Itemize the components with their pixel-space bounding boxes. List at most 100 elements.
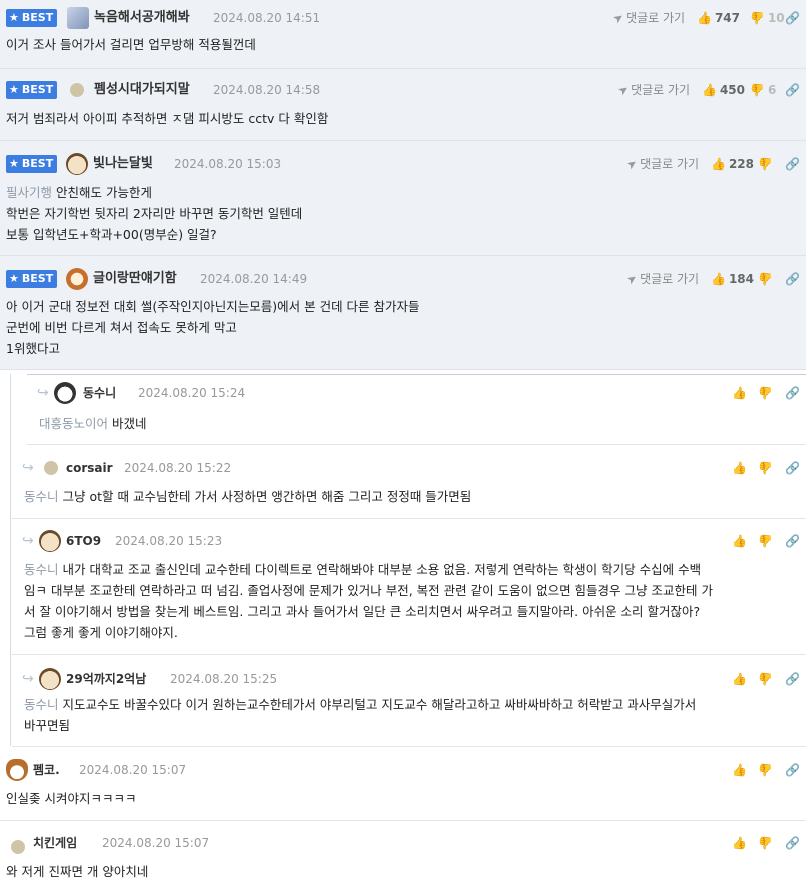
nickname[interactable]: 6TO9 [66,532,101,550]
reply-arrow-icon: ↪ [22,460,34,476]
thumbs-up-icon: 👍 [732,763,747,777]
upvote-button[interactable]: 👍 747 [697,9,740,27]
downvote-button[interactable]: 👍 [758,155,776,173]
share-icon[interactable]: 🔗 [785,9,800,27]
reply-comment: ↪ 6TO9 2024.08.20 15:23 👍 👍 🔗 동수니 내가 대학교 … [12,519,806,655]
avatar[interactable] [44,461,58,475]
share-icon[interactable]: 🔗 [785,532,800,550]
comment-date: 2024.08.20 15:22 [124,461,232,475]
reply-comment: ↪ corsair 2024.08.20 15:22 👍 👍 🔗 동수니 그냥 o… [12,446,806,519]
thumbs-down-icon: 👍 [750,83,765,97]
reply-comment: ↪ 29억까지2억남 2024.08.20 15:25 👍 👍 🔗 동수니 지도교… [12,655,806,747]
goto-reply-button[interactable]: ➤댓글로 가기 [624,155,699,173]
comment-text: 대흥동노이어 바갰네 [39,416,147,431]
nickname[interactable]: 29억까지2억남 [66,670,146,688]
downvote-button[interactable]: 👍 [758,270,776,288]
upvote-button[interactable]: 👍 [732,532,750,550]
share-icon[interactable]: 🔗 [785,670,800,688]
thumbs-down-icon: 👍 [750,11,765,25]
reply-comment: ↪ 동수니 2024.08.20 15:24 👍 👍 🔗 대흥동노이어 바갰네 [27,374,806,445]
comment-best-2: ★ BEST 펨성시대가되지말 2024.08.20 14:58 ➤댓글로 가기 … [0,69,806,141]
quoted-nickname[interactable]: 동수니 [24,489,59,504]
upvote-button[interactable]: 👍 [732,761,750,779]
downvote-button[interactable]: 👍 6 [750,81,776,99]
nickname[interactable]: 빛나는달빛 [93,155,153,173]
best-badge: ★ BEST [6,9,58,27]
thumbs-down-icon: 👍 [758,157,773,171]
goto-reply-button[interactable]: ➤댓글로 가기 [624,270,699,288]
downvote-button[interactable]: 👍 [758,384,776,402]
nickname[interactable]: corsair [66,459,113,477]
avatar[interactable] [39,668,61,690]
comment-text: 필사기행 안친해도 가능한게 학번은 자기학번 뒷자리 2자리만 바꾸면 동기학번… [6,185,303,242]
nickname[interactable]: 녹음해서공개해봐 [94,9,190,27]
upvote-button[interactable]: 👍 [732,459,750,477]
nickname[interactable]: 치킨게임 [33,834,77,852]
avatar[interactable] [66,153,88,175]
avatar[interactable] [39,530,61,552]
avatar[interactable] [54,382,76,404]
send-icon: ➤ [623,155,641,173]
star-icon: ★ [9,272,19,285]
comment-date: 2024.08.20 14:49 [200,272,308,286]
comment-date: 2024.08.20 15:23 [115,534,223,548]
thumbs-up-icon: 👍 [711,272,726,286]
comment-text: 동수니 내가 대학교 조교 출신인데 교수한테 다이렉트로 연락해봐야 대부분 소… [24,562,713,640]
nickname[interactable]: 동수니 [83,384,116,402]
nickname[interactable]: 펨코. [33,761,60,779]
share-icon[interactable]: 🔗 [785,459,800,477]
goto-reply-button[interactable]: ➤댓글로 가기 [610,9,685,27]
comment-text: 아 이거 군대 정보전 대회 썰(주작인지아닌지는모름)에서 본 건데 다른 참… [6,299,420,356]
downvote-button[interactable]: 👍 [758,761,776,779]
downvote-button[interactable]: 👍 10 [750,9,785,27]
thumbs-up-icon: 👍 [711,157,726,171]
avatar[interactable] [11,840,25,854]
thumbs-up-icon: 👍 [697,11,712,25]
downvote-button[interactable]: 👍 [758,459,776,477]
comment-date: 2024.08.20 14:58 [213,83,321,97]
reply-thread-line [10,374,11,746]
share-icon[interactable]: 🔗 [785,155,800,173]
downvote-button[interactable]: 👍 [758,834,776,852]
share-icon[interactable]: 🔗 [785,834,800,852]
share-icon[interactable]: 🔗 [785,761,800,779]
upvote-button[interactable]: 👍 [732,670,750,688]
upvote-button[interactable]: 👍 184 [711,270,754,288]
quoted-nickname[interactable]: 대흥동노이어 [39,416,108,431]
quoted-nickname[interactable]: 필사기행 [6,185,52,200]
thumbs-down-icon: 👍 [758,272,773,286]
share-icon[interactable]: 🔗 [785,384,800,402]
comment-text: 저거 범죄라서 아이피 추적하면 ㅈ댐 피시방도 cctv 다 확인함 [6,111,329,126]
upvote-button[interactable]: 👍 [732,834,750,852]
thumbs-up-icon: 👍 [732,672,747,686]
comment-text: 와 저게 진짜면 개 양아치네 [6,864,149,879]
reply-arrow-icon: ↪ [37,385,49,401]
comment-text: 동수니 그냥 ot할 때 교수님한테 가서 사정하면 앵간하면 해줌 그리고 정정… [24,489,472,504]
share-icon[interactable]: 🔗 [785,81,800,99]
avatar[interactable] [70,83,84,97]
star-icon: ★ [9,83,19,96]
thumbs-down-icon: 👍 [758,836,773,850]
quoted-nickname[interactable]: 동수니 [24,697,59,712]
send-icon: ➤ [614,81,632,99]
star-icon: ★ [9,157,19,170]
upvote-button[interactable]: 👍 [732,384,750,402]
avatar[interactable] [6,759,28,781]
thumbs-down-icon: 👍 [758,534,773,548]
share-icon[interactable]: 🔗 [785,270,800,288]
quoted-nickname[interactable]: 동수니 [24,562,59,577]
nickname[interactable]: 펨성시대가되지말 [94,81,190,99]
comment-date: 2024.08.20 15:25 [170,672,278,686]
downvote-button[interactable]: 👍 [758,670,776,688]
best-badge: ★ BEST [6,270,58,288]
upvote-button[interactable]: 👍 228 [711,155,754,173]
avatar[interactable] [67,7,89,29]
goto-reply-button[interactable]: ➤댓글로 가기 [615,81,690,99]
reply-arrow-icon: ↪ [22,671,34,687]
downvote-button[interactable]: 👍 [758,532,776,550]
nickname[interactable]: 글이랑딴얘기함 [93,270,177,288]
upvote-button[interactable]: 👍 450 [702,81,745,99]
comment-date: 2024.08.20 15:24 [138,386,246,400]
send-icon: ➤ [623,270,641,288]
avatar[interactable] [66,268,88,290]
